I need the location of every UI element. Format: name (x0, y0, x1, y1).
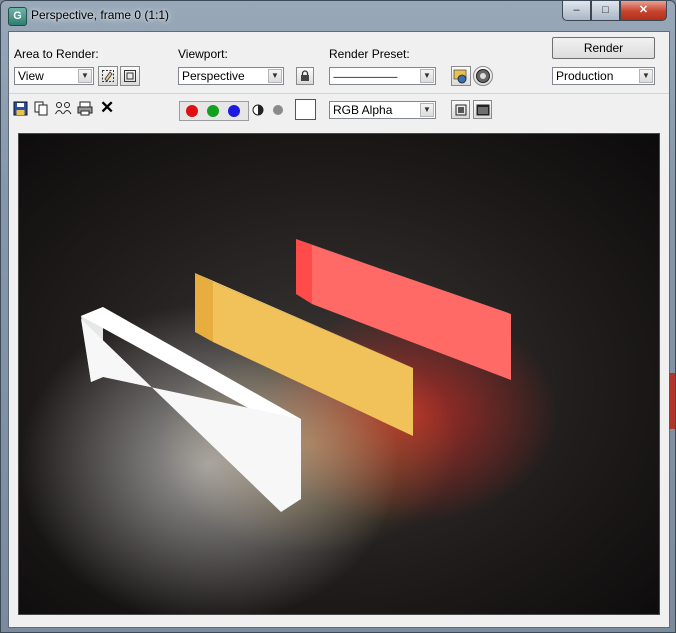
render-setup-button[interactable] (451, 66, 471, 86)
lock-viewport-button[interactable] (296, 67, 314, 85)
chevron-down-icon[interactable]: ▼ (639, 69, 653, 83)
app-icon[interactable]: G (8, 7, 27, 26)
print-icon[interactable] (77, 101, 93, 119)
channel-toggles (179, 101, 249, 121)
title-bar[interactable]: G Perspective, frame 0 (1:1) – □ ✕ (1, 1, 675, 31)
caption-buttons: – □ ✕ (562, 1, 667, 21)
render-preset-value: -------------------------------- (333, 72, 398, 82)
render-mode-value: Production (556, 69, 614, 83)
color-swatch[interactable] (295, 99, 316, 120)
teapot-icon (476, 69, 490, 83)
channel-display-value: RGB Alpha (333, 103, 393, 117)
frame-window-icon (476, 104, 489, 115)
render-mode-select[interactable]: Production ▼ (552, 67, 655, 85)
chevron-down-icon[interactable]: ▼ (420, 103, 434, 117)
render-preset-label: Render Preset: (329, 47, 410, 61)
auto-region-button[interactable] (120, 66, 140, 86)
blue-channel-icon[interactable] (228, 105, 240, 117)
area-to-render-value: View (18, 69, 44, 83)
environment-button[interactable] (473, 66, 493, 86)
viewport-label: Viewport: (178, 47, 228, 61)
render-setup-icon (453, 69, 467, 84)
overlay-icon (455, 104, 466, 115)
desktop-edge-accent (669, 373, 675, 429)
maximize-button[interactable]: □ (591, 1, 620, 21)
clear-icon[interactable]: ✕ (100, 99, 114, 116)
alpha-channel-icon[interactable] (272, 103, 284, 119)
minimize-button[interactable]: – (562, 1, 591, 21)
toggle-ui-button[interactable] (473, 100, 492, 119)
chevron-down-icon[interactable]: ▼ (78, 69, 92, 83)
edit-region-button[interactable] (98, 66, 118, 86)
save-icon[interactable] (13, 101, 28, 119)
copy-image-icon[interactable] (34, 101, 49, 119)
image-toolbar: ✕ RGB Alpha ▼ (9, 93, 669, 126)
channel-display-select[interactable]: RGB Alpha ▼ (329, 101, 436, 119)
viewport-select[interactable]: Perspective ▼ (178, 67, 284, 85)
area-to-render-label: Area to Render: (14, 47, 99, 61)
render-frame-client: Area to Render: Viewport: Render Preset:… (8, 31, 670, 628)
chevron-down-icon[interactable]: ▼ (420, 69, 434, 83)
toggle-ui-overlay-button[interactable] (451, 100, 470, 119)
close-button[interactable]: ✕ (620, 1, 667, 21)
red-channel-icon[interactable] (186, 105, 198, 117)
rendered-image (18, 133, 660, 615)
green-channel-icon[interactable] (207, 105, 219, 117)
auto-region-icon (124, 70, 136, 82)
clone-window-icon[interactable] (55, 101, 72, 119)
viewport-value: Perspective (182, 69, 245, 83)
area-to-render-select[interactable]: View ▼ (14, 67, 94, 85)
monochrome-icon[interactable] (252, 103, 264, 119)
rendered-scene (19, 134, 659, 614)
edit-region-icon (102, 70, 114, 82)
render-preset-select[interactable]: -------------------------------- ▼ (329, 67, 436, 85)
chevron-down-icon[interactable]: ▼ (268, 69, 282, 83)
render-window: G Perspective, frame 0 (1:1) – □ ✕ Area … (0, 0, 676, 633)
lock-icon (301, 70, 309, 81)
render-button[interactable]: Render (552, 37, 655, 59)
window-title: Perspective, frame 0 (1:1) (31, 8, 170, 22)
